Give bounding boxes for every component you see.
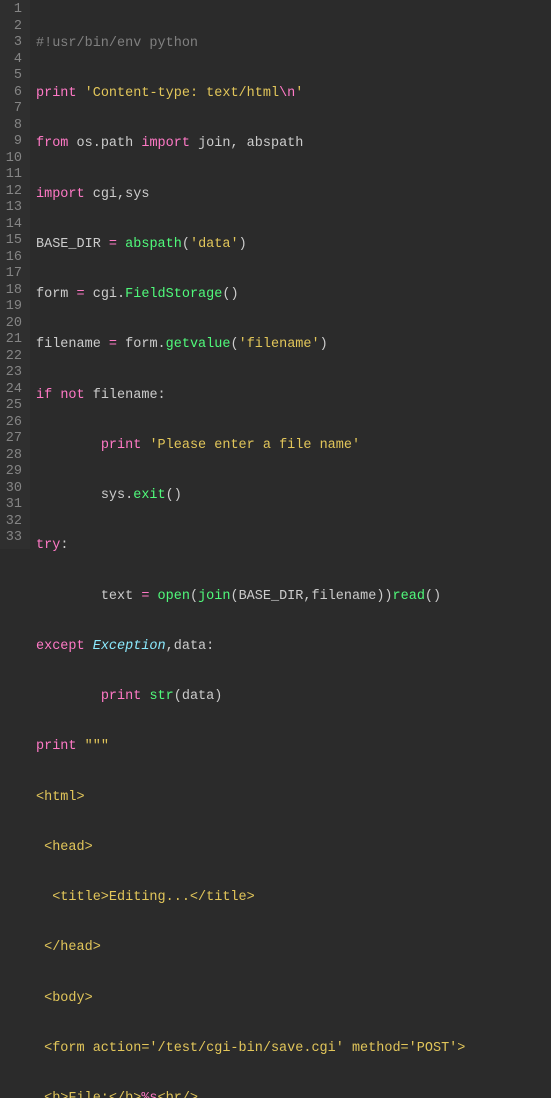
code-line: <head> [36, 840, 551, 857]
code-line: filename = form.getvalue('filename') [36, 337, 551, 354]
line-number: 30 [4, 481, 22, 498]
line-number: 2 [4, 19, 22, 36]
line-number: 25 [4, 398, 22, 415]
line-number: 8 [4, 118, 22, 135]
code-line: text = open(join(BASE_DIR,filename))read… [36, 589, 551, 606]
line-number: 18 [4, 283, 22, 300]
line-number: 4 [4, 52, 22, 69]
line-number: 16 [4, 250, 22, 267]
code-line: print str(data) [36, 689, 551, 706]
code-editor: 1 2 3 4 5 6 7 8 9 10 11 12 13 14 15 16 1… [0, 0, 551, 549]
line-number: 13 [4, 200, 22, 217]
code-line: form = cgi.FieldStorage() [36, 287, 551, 304]
code-line: <html> [36, 790, 551, 807]
line-number: 14 [4, 217, 22, 234]
line-number: 28 [4, 448, 22, 465]
line-number: 19 [4, 299, 22, 316]
line-number: 3 [4, 35, 22, 52]
code-line: </head> [36, 940, 551, 957]
line-number: 12 [4, 184, 22, 201]
code-line: if not filename: [36, 388, 551, 405]
code-line: from os.path import join, abspath [36, 136, 551, 153]
line-number: 21 [4, 332, 22, 349]
code-line: <body> [36, 991, 551, 1008]
line-number: 5 [4, 68, 22, 85]
code-line: BASE_DIR = abspath('data') [36, 237, 551, 254]
code-line: <b>File:</b>%s<br/> [36, 1091, 551, 1098]
line-number: 31 [4, 497, 22, 514]
line-number: 20 [4, 316, 22, 333]
code-line: <title>Editing...</title> [36, 890, 551, 907]
code-line: except Exception,data: [36, 639, 551, 656]
code-line: <form action='/test/cgi-bin/save.cgi' me… [36, 1041, 551, 1058]
line-number: 6 [4, 85, 22, 102]
line-number: 33 [4, 530, 22, 547]
line-number: 32 [4, 514, 22, 531]
line-number: 22 [4, 349, 22, 366]
code-line: print 'Please enter a file name' [36, 438, 551, 455]
code-line: print """ [36, 739, 551, 756]
line-number: 10 [4, 151, 22, 168]
line-number: 29 [4, 464, 22, 481]
code-line: print 'Content-type: text/html\n' [36, 86, 551, 103]
line-number: 1 [4, 2, 22, 19]
code-line: import cgi,sys [36, 187, 551, 204]
line-number: 7 [4, 101, 22, 118]
line-number: 24 [4, 382, 22, 399]
line-number-gutter: 1 2 3 4 5 6 7 8 9 10 11 12 13 14 15 16 1… [0, 0, 30, 549]
line-number: 9 [4, 134, 22, 151]
line-number: 26 [4, 415, 22, 432]
line-number: 15 [4, 233, 22, 250]
line-number: 11 [4, 167, 22, 184]
code-line: sys.exit() [36, 488, 551, 505]
line-number: 27 [4, 431, 22, 448]
code-line: try: [36, 538, 551, 555]
line-number: 23 [4, 365, 22, 382]
line-number: 17 [4, 266, 22, 283]
code-line: #!usr/bin/env python [36, 36, 551, 53]
code-area[interactable]: #!usr/bin/env python print 'Content-type… [30, 0, 551, 549]
